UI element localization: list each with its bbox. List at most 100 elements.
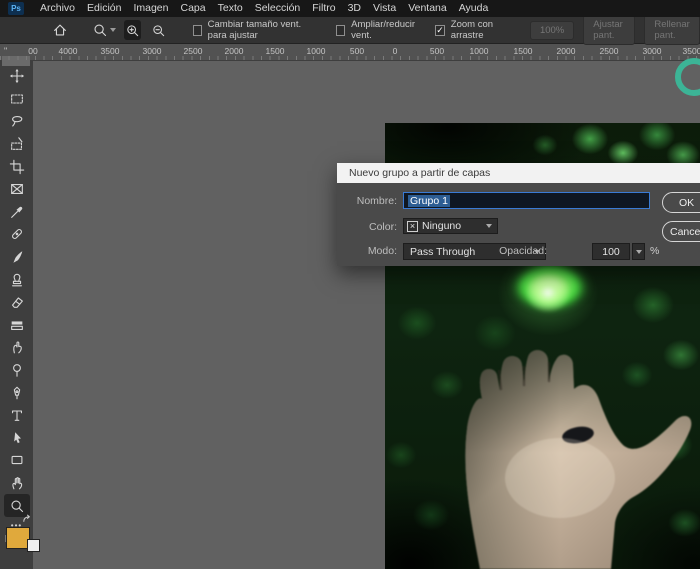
frame-tool-icon [10,184,23,195]
brush-tool[interactable] [4,246,30,269]
clone-stamp-tool-icon [11,273,22,286]
zoom-in-button[interactable] [124,20,142,40]
options-button-0[interactable]: 100% [529,20,575,40]
object-selection-tool-icon [10,137,22,150]
smudge-tool[interactable] [4,336,30,359]
object-selection-tool[interactable] [4,133,30,156]
menu-edición[interactable]: Edición [81,0,127,17]
zoom-out-button[interactable] [149,20,166,40]
path-selection-tool[interactable] [4,427,30,450]
ruler-tick-label: 500 [429,46,445,56]
lasso-tool-icon [11,116,22,128]
ruler-tick-label: 2000 [556,46,576,56]
checkbox-label: Ampliar/reducir vent. [351,19,416,41]
group-name-value: Grupo 1 [408,194,450,207]
chevron-down-icon [486,224,492,228]
tools-panel: ••• [0,61,33,569]
menu-ayuda[interactable]: Ayuda [453,0,495,17]
zoom-tool-options-icon[interactable] [92,21,108,39]
opacity-input[interactable]: 100 [592,243,630,260]
ruler-tick-label: 3000 [642,46,662,56]
gradient-tool-icon [10,321,23,330]
crop-tool[interactable] [4,155,30,178]
menu-capa[interactable]: Capa [175,0,212,17]
menu-3d[interactable]: 3D [342,0,367,17]
eraser-tool-icon [11,297,23,309]
type-tool-icon [11,410,22,422]
photoshop-logo-icon[interactable]: Ps [8,2,24,15]
options-checkboxes: Cambiar tamaño vent. para ajustar Ampliar… [192,19,508,41]
menu-filtro[interactable]: Filtro [306,0,341,17]
ruler-tick-label: 1000 [469,46,489,56]
menu-archivo[interactable]: Archivo [34,0,81,17]
menu-imagen[interactable]: Imagen [127,0,174,17]
dialog-title[interactable]: Nuevo grupo a partir de capas [337,163,700,183]
chevron-down-icon[interactable] [110,28,116,32]
marquee-tool-icon [10,94,23,104]
opacity-dropdown-button[interactable] [632,243,645,260]
dodge-tool[interactable] [4,359,30,382]
healing-brush-tool-icon [11,229,22,240]
color-label: Color: [368,221,397,233]
menu-items: Archivo Edición Imagen Capa Texto Selección Fi… [34,0,494,17]
options-buttons: 100% Ajustar pant. Rellenar pant. [529,15,700,45]
type-tool[interactable] [4,404,30,427]
checkbox-checked-icon[interactable]: ✓ [435,24,445,36]
chevron-down-icon [635,249,642,254]
checkbox-icon[interactable] [192,24,202,36]
healing-brush-tool[interactable] [4,223,30,246]
option-checkbox-2[interactable]: ✓ Zoom con arrastre [435,19,508,41]
options-button-2[interactable]: Rellenar pant. [644,15,700,45]
gradient-tool[interactable] [4,314,30,337]
brush-tool-icon [12,251,22,263]
color-select[interactable]: × Ninguno [403,218,498,234]
opacity-label: Opacidad: [499,245,547,257]
photoshop-window: Ps Archivo Edición Imagen Capa Texto Selecció… [0,0,700,569]
menu-texto[interactable]: Texto [212,0,249,17]
menu-ventana[interactable]: Ventana [402,0,453,17]
pen-tool[interactable] [4,381,30,404]
mode-value: Pass Through [410,245,476,258]
checkbox-label: Cambiar tamaño vent. para ajustar [207,19,302,41]
cancel-button[interactable]: Cancelar [662,221,700,242]
ruler-tick-label: 2500 [183,46,203,56]
crop-tool-icon [9,159,24,174]
eraser-tool[interactable] [4,291,30,314]
pen-tool-icon [13,386,20,399]
ruler-tick-label: 3000 [142,46,162,56]
hand-tool[interactable] [4,472,30,495]
path-selection-tool-icon [13,432,21,443]
checkbox-label: Zoom con arrastre [450,19,494,41]
dodge-tool-icon [12,364,21,377]
menu-vista[interactable]: Vista [367,0,402,17]
eyedropper-tool[interactable] [4,201,30,224]
color-value: Ninguno [422,220,462,232]
home-icon[interactable] [52,21,68,39]
ruler-tick-label: 00 [28,46,38,56]
smudge-tool-icon [12,341,22,354]
new-group-dialog: Nuevo grupo a partir de capas Nombre: Gr… [337,163,700,266]
ruler-unit-label: " [4,46,8,56]
ruler-tick-label: 2500 [599,46,619,56]
option-checkbox-1[interactable]: Ampliar/reducir vent. [336,19,417,41]
menu-selección[interactable]: Selección [249,0,307,17]
checkbox-icon[interactable] [336,24,346,36]
shape-tool[interactable] [4,449,30,472]
clone-stamp-tool[interactable] [4,268,30,291]
move-tool[interactable] [4,65,30,88]
move-tool-icon [9,69,24,84]
ruler-tick-label: 3500 [100,46,120,56]
ok-button[interactable]: OK [662,192,700,213]
ruler-tick-label: 1500 [265,46,285,56]
click-indicator-ring [675,58,700,96]
group-name-input[interactable]: Grupo 1 [403,192,650,209]
opacity-suffix: % [650,245,660,257]
options-button-1[interactable]: Ajustar pant. [583,15,636,45]
background-color-swatch[interactable] [27,539,40,552]
lasso-tool[interactable] [4,110,30,133]
mode-label: Modo: [367,245,397,257]
horizontal-ruler[interactable]: " 00 4000 3500 3000 2500 2000 1500 1000 500 0 500 1… [0,44,700,66]
frame-tool[interactable] [4,178,30,201]
marquee-tool[interactable] [4,88,30,111]
option-checkbox-0[interactable]: Cambiar tamaño vent. para ajustar [192,19,319,41]
